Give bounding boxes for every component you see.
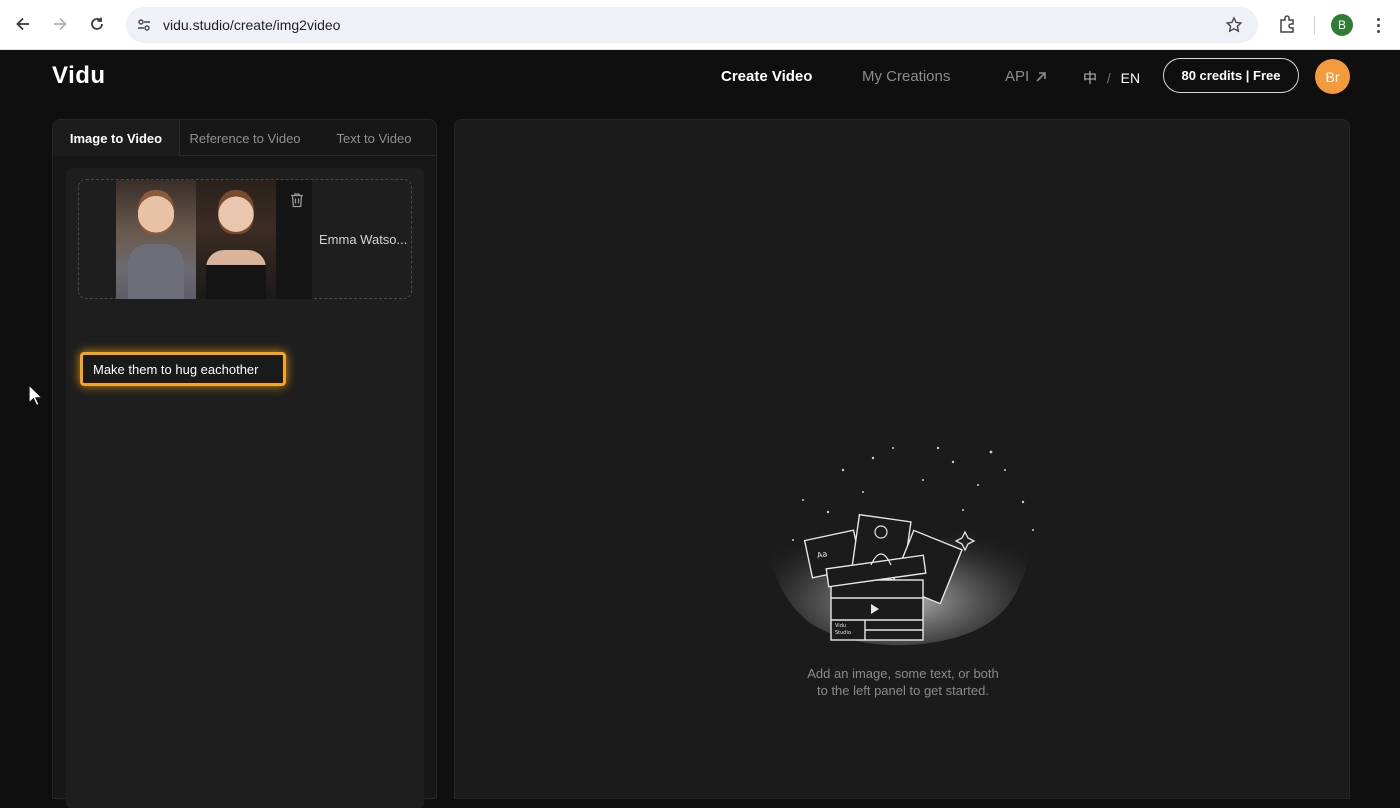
uploaded-image-name: Emma Watso... xyxy=(319,232,408,247)
uploaded-image-thumbnail[interactable] xyxy=(116,180,312,299)
nav-my-creations[interactable]: My Creations xyxy=(862,68,950,85)
user-avatar[interactable]: Br xyxy=(1315,59,1350,94)
image-upload-area[interactable]: Emma Watso... xyxy=(78,179,412,299)
tab-divider xyxy=(180,155,437,156)
star-icon[interactable] xyxy=(1224,15,1244,35)
illustration-label-b: Vidu xyxy=(835,623,846,629)
address-bar[interactable]: vidu.studio/create/img2video xyxy=(126,7,1258,43)
lang-zh[interactable]: 中 xyxy=(1083,70,1097,86)
input-card: Emma Watso... Make them to hug eachother xyxy=(66,168,424,808)
site-settings-icon[interactable] xyxy=(134,15,154,35)
trash-icon[interactable] xyxy=(290,192,304,208)
prompt-input[interactable]: Make them to hug eachother xyxy=(80,352,286,386)
app-root: Vidu Create Video My Creations API 中 / E… xyxy=(0,50,1400,808)
credits-button[interactable]: 80 credits | Free xyxy=(1163,58,1299,93)
browser-toolbar: vidu.studio/create/img2video B xyxy=(0,0,1400,50)
kebab-menu-icon[interactable] xyxy=(1368,14,1388,36)
preview-panel: Aa Vidu Studio Add an image, some text, … xyxy=(454,119,1350,799)
thumbnail-person-right xyxy=(196,180,276,299)
url-text[interactable]: vidu.studio/create/img2video xyxy=(163,17,340,33)
language-switcher[interactable]: 中 / EN xyxy=(1083,68,1140,88)
tab-image-to-video[interactable]: Image to Video xyxy=(53,120,180,156)
nav-create-video[interactable]: Create Video xyxy=(721,68,812,85)
cursor-icon xyxy=(28,384,44,407)
lang-en[interactable]: EN xyxy=(1121,70,1140,86)
forward-button[interactable] xyxy=(47,11,73,37)
back-button[interactable] xyxy=(10,11,36,37)
back-arrow-icon xyxy=(16,17,29,31)
left-panel: Image to Video Reference to Video Text t… xyxy=(52,119,438,808)
vidu-logo[interactable]: Vidu xyxy=(52,62,106,90)
illustration-label-c: Studio xyxy=(835,630,851,636)
lang-separator: / xyxy=(1106,70,1111,86)
empty-state-illustration: Aa Vidu Studio xyxy=(743,446,1058,646)
nav-api-label: API xyxy=(1005,68,1030,85)
reload-button[interactable] xyxy=(84,11,110,37)
toolbar-divider xyxy=(1314,16,1315,34)
forward-arrow-icon xyxy=(54,17,67,31)
empty-state-line-1: Add an image, some text, or both xyxy=(807,666,999,681)
empty-state-line-2: to the left panel to get started. xyxy=(816,683,989,698)
browser-profile-avatar[interactable]: B xyxy=(1331,14,1353,36)
external-arrow-icon xyxy=(1036,71,1046,82)
tab-reference-to-video[interactable]: Reference to Video xyxy=(180,120,310,156)
reload-icon xyxy=(91,17,103,30)
thumbnail-person-left xyxy=(116,180,196,299)
nav-api[interactable]: API xyxy=(1005,68,1047,85)
empty-state-text: Add an image, some text, or both to the … xyxy=(455,665,1351,699)
extensions-icon[interactable] xyxy=(1276,13,1298,35)
tab-text-to-video[interactable]: Text to Video xyxy=(310,120,438,156)
